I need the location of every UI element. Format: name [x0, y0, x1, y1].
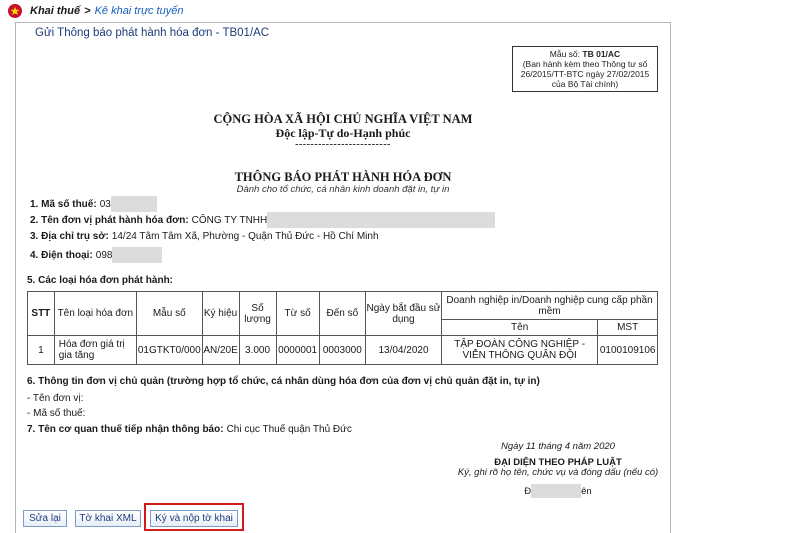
redaction-block: [112, 247, 163, 263]
nation-heading: CỘNG HÒA XÃ HỘI CHỦ NGHĨA VIỆT NAM: [213, 112, 473, 126]
col-type: Tên loại hóa đơn: [53, 291, 137, 336]
col-template: Mẫu số: [135, 291, 203, 336]
breadcrumb-home[interactable]: Khai thuế: [30, 5, 80, 17]
address-label: 3. Địa chỉ trụ sở:: [30, 231, 109, 242]
col-symbol: Ký hiệu: [201, 291, 240, 336]
redaction-block: [267, 212, 496, 228]
export-xml-button[interactable]: Tờ khai XML: [75, 510, 141, 527]
col-start-date: Ngày bắt đầu sử dụng: [364, 291, 443, 336]
signature-instructions: Ký, ghi rõ họ tên, chức vụ và đóng dấu (…: [457, 467, 659, 478]
template-line3: của Bộ Tài chính): [551, 79, 619, 89]
cell-from: 0000001: [275, 335, 320, 365]
signer-name: Đ ên: [440, 484, 676, 498]
col-stt: STT: [27, 291, 55, 336]
document-title: THÔNG BÁO PHÁT HÀNH HÓA ĐƠN: [234, 170, 452, 184]
page-title: Gửi Thông báo phát hành hóa đơn - TB01/A…: [35, 27, 270, 39]
edit-button[interactable]: Sửa lại: [23, 510, 67, 527]
tax-code-value: 03: [99, 198, 111, 210]
sign-and-submit-button[interactable]: Ký và nộp tờ khai: [150, 510, 238, 527]
section-7: 7. Tên cơ quan thuế tiếp nhận thông báo:…: [27, 424, 352, 435]
invoice-table: STT Tên loại hóa đơn Mẫu số Ký hiệu Số l…: [27, 291, 658, 365]
template-code: TB 01/AC: [582, 49, 621, 59]
company-label: 2. Tên đơn vị phát hành hóa đơn:: [30, 214, 189, 226]
breadcrumb-separator: >: [84, 5, 91, 17]
section-6-heading: 6. Thông tin đơn vị chủ quản (trường hợp…: [27, 376, 540, 387]
col-quantity: Số lượng: [238, 291, 277, 336]
cell-to: 0003000: [318, 335, 366, 365]
phone-label: 4. Điện thoại:: [30, 249, 93, 261]
tax-code-label: 1. Mã số thuế:: [30, 198, 97, 210]
redaction-block: [531, 484, 582, 498]
cell-type: Hóa đơn giá trị gia tăng: [53, 335, 137, 365]
breadcrumb: Khai thuế > Kê khai trực tuyến: [0, 0, 800, 22]
document-subtitle: Dành cho tổ chức, cá nhân kinh doanh đặt…: [236, 184, 450, 195]
tax-code-field: 1. Mã số thuế: 03: [30, 196, 157, 212]
cell-printer-mst: 0100109106: [597, 335, 658, 365]
parent-unit-name: - Tên đơn vị:: [27, 393, 84, 404]
signer-name-suffix: ên: [581, 485, 592, 497]
section-7-value: Chi cục Thuế quận Thủ Đức: [226, 424, 352, 435]
cell-template: 01GTKT0/000: [135, 335, 203, 365]
signature-date: Ngày 11 tháng 4 năm 2020: [501, 441, 615, 452]
cell-stt: 1: [27, 335, 55, 365]
phone-field: 4. Điện thoại: 098: [30, 247, 163, 263]
col-from: Từ số: [275, 291, 320, 336]
national-emblem-icon: [8, 4, 22, 18]
col-printer-group: Doanh nghiệp in/Doanh nghiệp cung cấp ph…: [441, 291, 658, 320]
parent-tax-code: - Mã số thuế:: [27, 408, 86, 419]
signer-name-prefix: Đ: [524, 485, 532, 497]
section-7-label: 7. Tên cơ quan thuế tiếp nhận thông báo:: [27, 424, 224, 435]
address-field: 3. Địa chỉ trụ sở: 14/24 Tâm Tâm Xã, Phư…: [30, 231, 379, 242]
template-info-box: Mẫu số: TB 01/AC (Ban hành kèm theo Thôn…: [512, 46, 658, 92]
cell-printer-name: TẬP ĐOÀN CÔNG NGHIỆP - VIỄN THÔNG QUÂN Đ…: [441, 335, 599, 365]
template-line1: (Ban hành kèm theo Thông tư số: [522, 59, 648, 69]
col-to: Đến số: [318, 291, 366, 336]
address-value: 14/24 Tâm Tâm Xã, Phường - Quận Thủ Đức …: [111, 231, 379, 242]
template-line2: 26/2015/TT-BTC ngày 27/02/2015: [520, 69, 650, 79]
col-printer-name: Tên: [441, 319, 599, 336]
section-5-heading: 5. Các loại hóa đơn phát hành:: [27, 275, 174, 286]
template-label: Mẫu số:: [549, 49, 581, 59]
table-row: 1 Hóa đơn giá trị gia tăng 01GTKT0/000 A…: [27, 335, 658, 365]
redaction-block: [110, 196, 157, 212]
cell-symbol: AN/20E: [201, 335, 240, 365]
cell-start-date: 13/04/2020: [364, 335, 443, 365]
col-printer-mst: MST: [597, 319, 658, 336]
phone-value: 098: [95, 249, 113, 261]
header-divider: -------------------------: [295, 139, 391, 150]
company-field: 2. Tên đơn vị phát hành hóa đơn: CÔNG TY…: [30, 212, 496, 228]
breadcrumb-current[interactable]: Kê khai trực tuyến: [95, 5, 184, 17]
cell-quantity: 3.000: [238, 335, 277, 365]
company-value: CÔNG TY TNHH: [191, 214, 268, 226]
